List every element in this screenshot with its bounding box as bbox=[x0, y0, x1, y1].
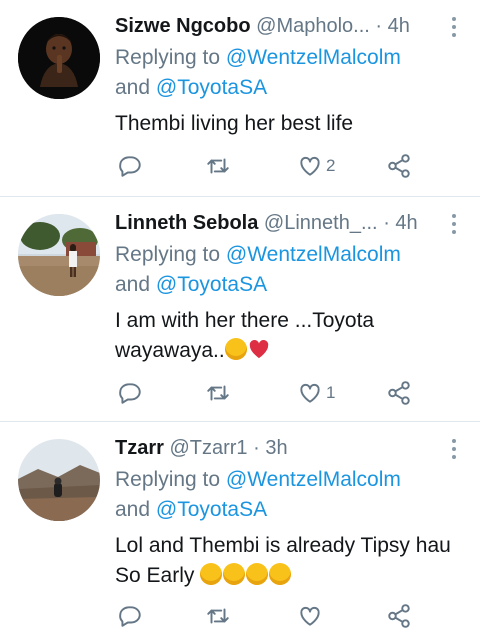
heart-icon bbox=[300, 383, 320, 403]
reply-icon bbox=[119, 383, 141, 404]
retweet-button[interactable] bbox=[205, 150, 231, 182]
display-name[interactable]: Tzarr bbox=[115, 437, 164, 459]
replying-prefix: Replying to bbox=[115, 46, 221, 69]
tweet-text-fragment: wayawaya.. bbox=[115, 339, 225, 362]
share-icon bbox=[388, 154, 410, 178]
reply-icon bbox=[119, 606, 141, 627]
display-name[interactable]: Linneth Sebola bbox=[115, 212, 258, 234]
replying-to: Replying to @WentzelMalcolm and @ToyotaS… bbox=[115, 240, 460, 300]
tweet-actions: 2 bbox=[115, 150, 460, 182]
tweet-text: I am with her there ...Toyota wayawaya.. bbox=[115, 306, 460, 366]
timestamp[interactable]: 4h bbox=[395, 212, 417, 234]
tweet-3[interactable]: Tzarr @Tzarr1 · 3h Replying to @WentzelM… bbox=[0, 422, 480, 639]
tweet-2[interactable]: Linneth Sebola @Linneth_... · 4h Replyin… bbox=[0, 197, 480, 421]
reply-button[interactable] bbox=[117, 600, 143, 632]
replying-and: and bbox=[115, 76, 151, 99]
more-vertical-icon[interactable] bbox=[448, 15, 460, 39]
retweet-icon bbox=[207, 158, 229, 174]
timestamp[interactable]: 4h bbox=[388, 15, 410, 37]
share-icon bbox=[388, 381, 410, 405]
avatar[interactable] bbox=[18, 439, 100, 521]
retweet-button[interactable] bbox=[205, 600, 231, 632]
reply-button[interactable] bbox=[117, 377, 143, 409]
rofl-emoji-icon bbox=[269, 563, 292, 585]
share-button[interactable] bbox=[386, 150, 412, 182]
retweet-icon bbox=[207, 385, 229, 401]
like-count: 1 bbox=[326, 383, 336, 402]
replying-and: and bbox=[115, 273, 151, 296]
display-name[interactable]: Sizwe Ngcobo bbox=[115, 15, 251, 37]
tweet-header: Linneth Sebola @Linneth_... · 4h bbox=[115, 210, 450, 236]
like-button[interactable]: 1 bbox=[297, 377, 335, 409]
more-vertical-icon[interactable] bbox=[448, 437, 460, 461]
share-icon bbox=[388, 604, 410, 628]
user-handle[interactable]: @Linneth_... bbox=[264, 212, 378, 234]
tweet-text: Lol and Thembi is already Tipsy hau So E… bbox=[115, 531, 460, 591]
more-vertical-icon[interactable] bbox=[448, 212, 460, 236]
like-button[interactable] bbox=[297, 600, 326, 632]
replying-to: Replying to @WentzelMalcolm and @ToyotaS… bbox=[115, 465, 460, 525]
tweet-actions: 1 bbox=[115, 377, 460, 409]
share-button[interactable] bbox=[386, 377, 412, 409]
tweet-text-line: Lol and Thembi is already Tipsy hau bbox=[115, 534, 451, 557]
tweet-text-line: I am with her there ...Toyota bbox=[115, 309, 375, 332]
grinning-sweat-emoji-icon bbox=[200, 563, 223, 585]
tweet-actions bbox=[115, 600, 460, 632]
avatar[interactable] bbox=[18, 17, 100, 99]
reply-button[interactable] bbox=[117, 150, 143, 182]
mention-link[interactable]: @ToyotaSA bbox=[156, 498, 267, 521]
rofl-emoji-icon bbox=[246, 563, 269, 585]
separator-dot: · bbox=[375, 15, 383, 37]
tweet-1[interactable]: Sizwe Ngcobo @Mapholo... · 4h Replying t… bbox=[0, 0, 480, 196]
tweet-text-fragment: So Early bbox=[115, 564, 195, 587]
mention-link[interactable]: @WentzelMalcolm bbox=[226, 468, 401, 491]
heart-icon bbox=[300, 156, 320, 176]
replying-to: Replying to @WentzelMalcolm and @ToyotaS… bbox=[115, 43, 460, 103]
tweet-text: Thembi living her best life bbox=[115, 112, 354, 135]
tweet-text-line: So Early bbox=[115, 561, 460, 591]
separator-dot: · bbox=[383, 212, 390, 234]
tweet-text-line: wayawaya.. bbox=[115, 336, 460, 366]
red-heart-emoji-icon bbox=[249, 339, 268, 359]
retweet-button[interactable] bbox=[205, 377, 231, 409]
grinning-sweat-emoji-icon bbox=[223, 563, 246, 585]
mention-link[interactable]: @ToyotaSA bbox=[156, 76, 267, 99]
separator-dot: · bbox=[253, 437, 260, 459]
like-button[interactable]: 2 bbox=[297, 150, 335, 182]
tweet-header: Sizwe Ngcobo @Mapholo... · 4h bbox=[115, 13, 450, 39]
mention-link[interactable]: @WentzelMalcolm bbox=[226, 46, 401, 69]
tweet-header: Tzarr @Tzarr1 · 3h bbox=[115, 435, 450, 461]
heart-icon bbox=[300, 606, 320, 626]
share-button[interactable] bbox=[386, 600, 412, 632]
timestamp[interactable]: 3h bbox=[265, 437, 287, 459]
avatar[interactable] bbox=[18, 214, 100, 296]
user-handle[interactable]: @Mapholo... bbox=[256, 15, 370, 37]
replying-and: and bbox=[115, 498, 151, 521]
mention-link[interactable]: @WentzelMalcolm bbox=[226, 243, 401, 266]
user-handle[interactable]: @Tzarr1 bbox=[169, 437, 247, 459]
replying-prefix: Replying to bbox=[115, 243, 221, 266]
like-count: 2 bbox=[326, 156, 336, 175]
rofl-emoji-icon bbox=[224, 338, 247, 360]
reply-icon bbox=[119, 156, 141, 177]
replying-prefix: Replying to bbox=[115, 468, 221, 491]
mention-link[interactable]: @ToyotaSA bbox=[156, 273, 267, 296]
retweet-icon bbox=[207, 608, 229, 624]
